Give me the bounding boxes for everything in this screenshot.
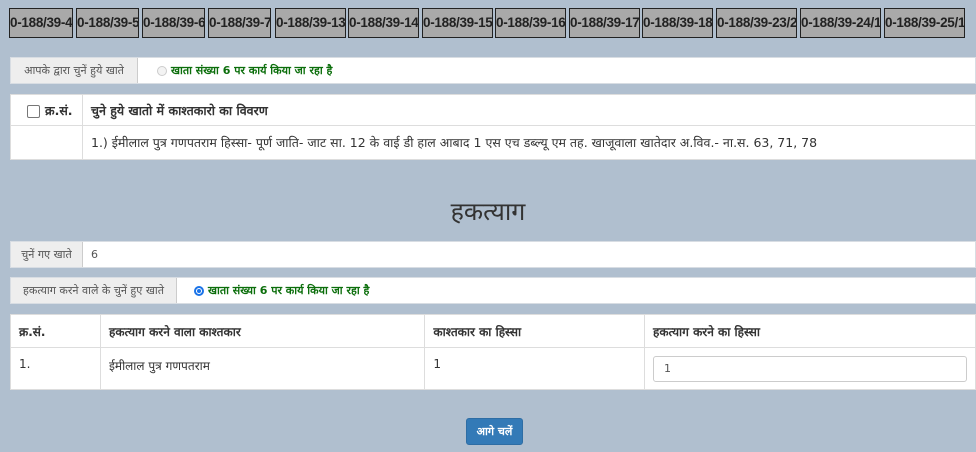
relinquisher-accounts-option: खाता संख्या 6 पर कार्य किया जा रहा है bbox=[194, 278, 369, 303]
details-header: चुने हुये खातो में काश्तकारो का विवरण bbox=[82, 94, 976, 126]
relinquish-share-cell: 1 bbox=[644, 347, 976, 390]
tenant-details-table: क्र.सं. चुने हुये खातो में काश्तकारो का … bbox=[10, 94, 976, 160]
chosen-accounts-label: चुनें गए खाते bbox=[11, 242, 83, 267]
tab-account[interactable]: 0-188/39-4 bbox=[9, 8, 73, 38]
tab-account[interactable]: 0-188/39-15 bbox=[422, 8, 493, 38]
chosen-accounts-value: 6 bbox=[91, 248, 98, 261]
serial-header: क्र.सं. bbox=[10, 314, 101, 348]
tab-account[interactable]: 0-188/39-17 bbox=[569, 8, 640, 38]
table-header-row: क्र.सं. हकत्याग करने वाला काश्तकार काश्त… bbox=[10, 314, 976, 348]
relinquish-share-header: हकत्याग करने का हिस्सा bbox=[644, 314, 976, 348]
tab-account[interactable]: 0-188/39-7 bbox=[208, 8, 271, 38]
relinquisher-accounts-status: खाता संख्या 6 पर कार्य किया जा रहा है bbox=[208, 284, 370, 297]
table-header-row: क्र.सं. चुने हुये खातो में काश्तकारो का … bbox=[10, 94, 976, 126]
tab-account[interactable]: 0-188/39-24/1 bbox=[800, 8, 881, 38]
relinquish-table: क्र.सं. हकत्याग करने वाला काश्तकार काश्त… bbox=[10, 314, 976, 390]
row-serial: 1. bbox=[10, 347, 101, 390]
tab-account[interactable]: 0-188/39-13 bbox=[275, 8, 346, 38]
relinquisher-accounts-row: हकत्याग करने वाले के चुनें हुए खाते खाता… bbox=[10, 277, 976, 304]
relinquisher-account-radio[interactable] bbox=[194, 285, 204, 296]
next-button[interactable]: आगे चलें bbox=[466, 418, 523, 445]
relinquisher-name-header: हकत्याग करने वाला काश्तकार bbox=[99, 314, 426, 348]
table-row: 1. ईमीलाल पुत्र गणपतराम 1 1 bbox=[10, 347, 976, 390]
selected-accounts-row: आपके द्वारा चुनें हुये खाते खाता संख्या … bbox=[10, 57, 976, 84]
tenant-share-header: काश्तकार का हिस्सा bbox=[424, 314, 645, 348]
relinquish-share-input[interactable]: 1 bbox=[653, 356, 967, 382]
tenant-details-text: 1.) ईमीलाल पुत्र गणपतराम हिस्सा- पूर्ण ज… bbox=[82, 125, 976, 160]
tab-account[interactable]: 0-188/39-6 bbox=[142, 8, 205, 38]
chosen-accounts-row: चुनें गए खाते 6 bbox=[10, 241, 976, 268]
serial-header: क्र.सं. bbox=[45, 102, 73, 118]
tab-account[interactable]: 0-188/39-16 bbox=[495, 8, 566, 38]
relinquisher-accounts-label: हकत्याग करने वाले के चुनें हुए खाते bbox=[11, 278, 177, 303]
serial-header-cell: क्र.सं. bbox=[10, 94, 83, 126]
selected-accounts-label: आपके द्वारा चुनें हुये खाते bbox=[11, 58, 138, 83]
tenant-share: 1 bbox=[424, 347, 645, 390]
tab-account[interactable]: 0-188/39-5 bbox=[76, 8, 139, 38]
select-all-checkbox[interactable] bbox=[27, 104, 40, 118]
account-radio[interactable] bbox=[157, 65, 167, 76]
section-title: हकत्याग bbox=[450, 197, 526, 226]
relinquisher-name: ईमीलाल पुत्र गणपतराम bbox=[99, 347, 426, 390]
selected-accounts-option: खाता संख्या 6 पर कार्य किया जा रहा है bbox=[157, 58, 332, 83]
serial-cell bbox=[10, 125, 83, 160]
selected-accounts-status: खाता संख्या 6 पर कार्य किया जा रहा है bbox=[171, 64, 333, 77]
tab-account[interactable]: 0-188/39-25/1 bbox=[884, 8, 965, 38]
table-row: 1.) ईमीलाल पुत्र गणपतराम हिस्सा- पूर्ण ज… bbox=[10, 125, 976, 160]
tab-account[interactable]: 0-188/39-14 bbox=[348, 8, 419, 38]
account-tab-strip: 0-188/39-4 0-188/39-5 0-188/39-6 0-188/3… bbox=[0, 8, 976, 40]
tab-account[interactable]: 0-188/39-23/2 bbox=[716, 8, 797, 38]
tab-account[interactable]: 0-188/39-18 bbox=[642, 8, 713, 38]
